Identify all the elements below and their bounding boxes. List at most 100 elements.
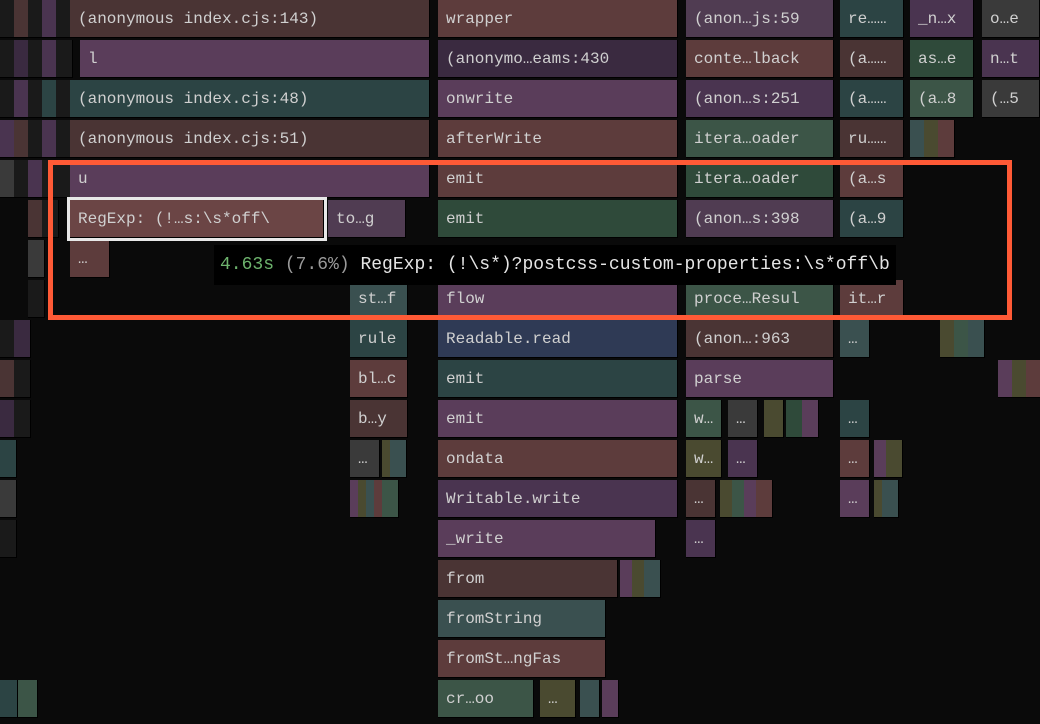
flame-frame[interactable]: emit [438,400,678,438]
flame-frame[interactable] [602,680,619,718]
flame-frame[interactable]: … [728,400,758,438]
flame-frame[interactable]: it…r [840,280,904,318]
flame-frame[interactable]: (anon…js:59 [686,0,834,38]
flame-row: cr…oo… [0,680,1040,720]
flame-row: st…f flowproce…Resulit…r [0,280,1040,320]
flame-frame[interactable]: (anon…:963 [686,320,834,358]
flame-frame[interactable]: proce…Resul [686,280,834,318]
flame-frame[interactable]: as…e [910,40,974,78]
flame-frame[interactable]: … [728,440,758,478]
flame-frame[interactable]: emit [438,200,678,238]
flame-frame[interactable]: (anon…s:251 [686,80,834,118]
flame-frame[interactable] [18,680,38,718]
flame-frame[interactable]: (a…9 [840,200,904,238]
flame-frame[interactable] [28,240,45,278]
flame-frame[interactable]: (anonymous index.cjs:143) [70,0,430,38]
flame-frame[interactable] [14,320,31,358]
flame-frame[interactable]: itera…oader [686,120,834,158]
flame-frame[interactable]: ondata [438,440,678,478]
flame-frame[interactable] [14,400,31,438]
flame-frame[interactable]: _write [438,520,656,558]
flame-row: (anonymous index.cjs:48)onwrite(anon…s:2… [0,80,1040,120]
flame-frame[interactable] [882,480,899,518]
flame-frame[interactable]: afterWrite [438,120,678,158]
flame-frame[interactable] [938,120,955,158]
flame-frame[interactable]: itera…oader [686,160,834,198]
flame-frame[interactable]: ru…ck [840,120,904,158]
flame-frame[interactable]: (a…8 [910,80,974,118]
flame-frame[interactable] [14,360,31,398]
flame-frame[interactable] [580,680,600,718]
flame-frame[interactable]: … [840,440,870,478]
flame-frame[interactable]: cr…oo [438,680,534,718]
flame-row: (anonymous index.cjs:143)wrapper(anon…js… [0,0,1040,40]
flame-frame[interactable] [390,440,407,478]
flame-frame[interactable] [968,320,985,358]
flame-frame[interactable]: fromSt…ngFas [438,640,606,678]
flame-frame[interactable]: conte…lback [686,40,834,78]
flame-frame[interactable]: wrapper [438,0,678,38]
flame-frame[interactable]: (anonymous index.cjs:51) [70,120,430,158]
flame-frame[interactable]: w… [686,400,722,438]
flame-frame[interactable] [28,280,45,318]
flame-frame[interactable]: (anonymous index.cjs:48) [70,80,430,118]
flame-frame[interactable]: (anonymo…eams:430 [438,40,678,78]
flame-row: rule Readable.read(anon…:963… [0,320,1040,360]
flame-frame[interactable]: … [840,480,870,518]
flame-frame[interactable]: _n…x [910,0,974,38]
flame-row: Writable.write…… [0,480,1040,520]
flame-row: …ondataw……… [0,440,1040,480]
flame-frame[interactable] [886,440,903,478]
flame-frame[interactable]: … [686,520,716,558]
flame-frame[interactable]: l [80,40,430,78]
flame-frame[interactable]: (a…93 [840,80,904,118]
flame-row: (anonymous index.cjs:51)afterWriteitera…… [0,120,1040,160]
flame-frame[interactable]: u [70,160,430,198]
flame-frame[interactable]: b…y [350,400,408,438]
flame-frame[interactable]: o…e [982,0,1040,38]
flame-frame[interactable]: from [438,560,618,598]
flame-frame[interactable] [0,480,17,518]
flame-frame[interactable]: (a…18 [840,40,904,78]
flame-frame[interactable] [786,400,803,438]
flame-frame[interactable] [56,40,73,78]
flame-frame[interactable] [644,560,661,598]
flame-frame[interactable]: flow [438,280,678,318]
flame-frame[interactable] [42,200,59,238]
flame-frame[interactable]: … [840,400,870,438]
flame-frame[interactable]: … [840,320,870,358]
flame-frame[interactable] [0,440,17,478]
flame-frame[interactable]: bl…c [350,360,408,398]
flame-frame[interactable]: fromString [438,600,606,638]
flame-frame[interactable] [0,680,18,718]
flame-frame[interactable] [764,400,784,438]
flame-frame[interactable]: … [540,680,576,718]
flame-frame[interactable]: w… [686,440,722,478]
flame-frame[interactable]: onwrite [438,80,678,118]
flame-row: l(anonymo…eams:430conte…lback(a…18as…en…… [0,40,1040,80]
flame-frame[interactable]: RegExp: (!…s:\s*off\ [70,200,324,238]
flame-frame[interactable] [756,480,773,518]
flame-frame[interactable] [0,520,17,558]
flame-frame[interactable]: n…t [982,40,1040,78]
flame-frame[interactable]: re…os [840,0,904,38]
tooltip-time: 4.63s [220,255,274,275]
flame-frame[interactable]: to…g [328,200,406,238]
flame-frame[interactable]: emit [438,160,678,198]
flame-frame[interactable]: Readable.read [438,320,678,358]
flame-frame[interactable] [382,480,399,518]
flame-frame[interactable]: emit [438,360,678,398]
flame-frame[interactable]: … [350,440,380,478]
flame-row: b…yemitw……… [0,400,1040,440]
flame-frame[interactable]: … [70,240,110,278]
flame-frame[interactable] [802,400,819,438]
flame-frame[interactable]: (…5 [982,80,1040,118]
flame-frame[interactable]: … [686,480,716,518]
flame-frame[interactable]: (a…s [840,160,904,198]
flame-frame[interactable]: Writable.write [438,480,678,518]
flame-frame[interactable] [1026,360,1040,398]
flame-frame[interactable]: rule [350,320,408,358]
flame-frame[interactable]: parse [686,360,834,398]
flame-frame[interactable]: st…f [350,280,408,318]
flame-frame[interactable]: (anon…s:398 [686,200,834,238]
